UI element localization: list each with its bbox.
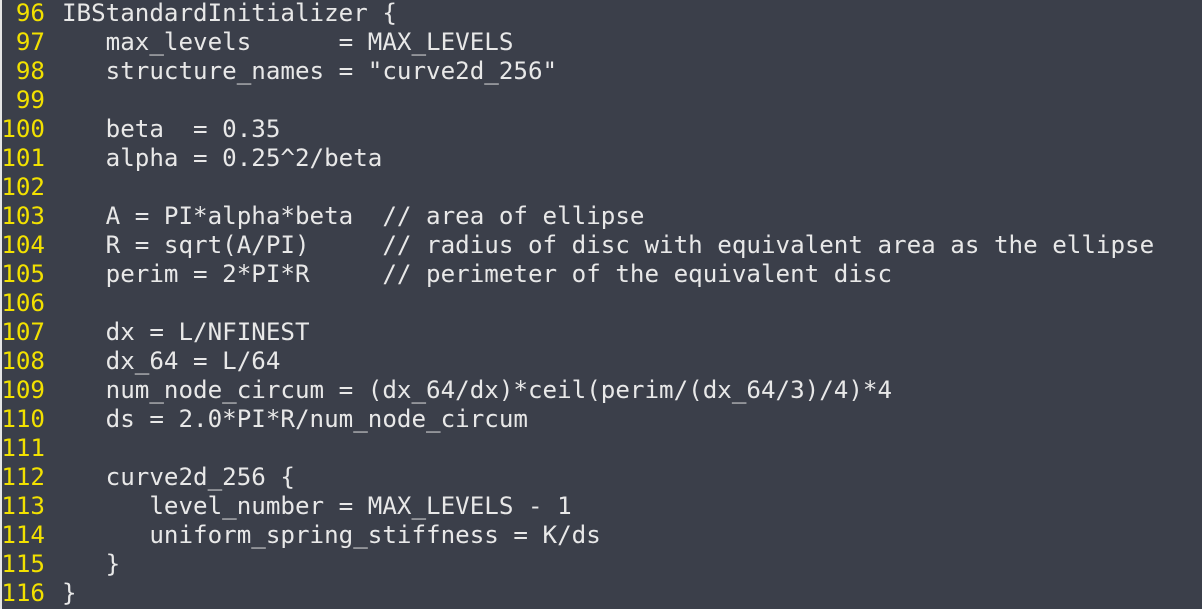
line-number: 111 bbox=[1, 434, 45, 462]
code-line[interactable]: 109 num_node_circum = (dx_64/dx)*ceil(pe… bbox=[0, 376, 1202, 405]
code-line[interactable]: 106 bbox=[0, 289, 1202, 318]
code-line[interactable]: 115 } bbox=[0, 550, 1202, 579]
line-text[interactable]: beta = 0.35 bbox=[62, 115, 281, 143]
line-number: 99 bbox=[15, 86, 45, 114]
line-text[interactable]: A = PI*alpha*beta // area of ellipse bbox=[62, 202, 645, 230]
line-number: 97 bbox=[15, 28, 45, 56]
line-text[interactable]: R = sqrt(A/PI) // radius of disc with eq… bbox=[62, 231, 1155, 259]
line-number: 96 bbox=[15, 0, 45, 27]
line-number: 102 bbox=[1, 173, 45, 201]
line-number: 100 bbox=[1, 115, 45, 143]
line-text[interactable]: curve2d_256 { bbox=[62, 463, 295, 491]
line-number: 108 bbox=[1, 347, 45, 375]
line-text[interactable]: num_node_circum = (dx_64/dx)*ceil(perim/… bbox=[62, 376, 892, 404]
line-number: 113 bbox=[1, 492, 45, 520]
line-number: 116 bbox=[1, 579, 45, 607]
code-line[interactable]: 99 bbox=[0, 86, 1202, 115]
code-line[interactable]: 108 dx_64 = L/64 bbox=[0, 347, 1202, 376]
line-number: 115 bbox=[1, 550, 45, 578]
line-text[interactable]: } bbox=[62, 550, 121, 578]
line-text[interactable]: } bbox=[62, 579, 77, 607]
line-text[interactable]: perim = 2*PI*R // perimeter of the equiv… bbox=[62, 260, 892, 288]
line-text[interactable]: structure_names = "curve2d_256" bbox=[62, 57, 557, 85]
line-number: 114 bbox=[1, 521, 45, 549]
code-line[interactable]: 112 curve2d_256 { bbox=[0, 463, 1202, 492]
line-text[interactable]: IBStandardInitializer { bbox=[62, 0, 397, 27]
code-line[interactable]: 110 ds = 2.0*PI*R/num_node_circum bbox=[0, 405, 1202, 434]
code-line[interactable]: 104 R = sqrt(A/PI) // radius of disc wit… bbox=[0, 231, 1202, 260]
line-number: 103 bbox=[1, 202, 45, 230]
code-line[interactable]: 102 bbox=[0, 173, 1202, 202]
code-line[interactable]: 107 dx = L/NFINEST bbox=[0, 318, 1202, 347]
line-text[interactable]: alpha = 0.25^2/beta bbox=[62, 144, 383, 172]
code-lines[interactable]: 96 IBStandardInitializer { 97 max_levels … bbox=[0, 0, 1202, 608]
line-text[interactable]: uniform_spring_stiffness = K/ds bbox=[62, 521, 600, 549]
line-text[interactable]: level_number = MAX_LEVELS - 1 bbox=[62, 492, 571, 520]
code-line[interactable]: 116} bbox=[0, 579, 1202, 608]
line-number: 98 bbox=[15, 57, 45, 85]
line-text[interactable]: dx_64 = L/64 bbox=[62, 347, 281, 375]
line-text[interactable]: max_levels = MAX_LEVELS bbox=[62, 28, 514, 56]
line-number: 110 bbox=[1, 405, 45, 433]
line-number: 105 bbox=[1, 260, 45, 288]
line-number: 109 bbox=[1, 376, 45, 404]
code-editor[interactable]: 96 IBStandardInitializer { 97 max_levels … bbox=[0, 0, 1202, 609]
code-line[interactable]: 96 IBStandardInitializer { bbox=[0, 0, 1202, 28]
line-number: 104 bbox=[1, 231, 45, 259]
line-number: 107 bbox=[1, 318, 45, 346]
code-line[interactable]: 114 uniform_spring_stiffness = K/ds bbox=[0, 521, 1202, 550]
line-text[interactable]: ds = 2.0*PI*R/num_node_circum bbox=[62, 405, 528, 433]
line-number: 112 bbox=[1, 463, 45, 491]
code-line[interactable]: 100 beta = 0.35 bbox=[0, 115, 1202, 144]
code-line[interactable]: 98 structure_names = "curve2d_256" bbox=[0, 57, 1202, 86]
line-number: 106 bbox=[1, 289, 45, 317]
code-line[interactable]: 103 A = PI*alpha*beta // area of ellipse bbox=[0, 202, 1202, 231]
code-line[interactable]: 113 level_number = MAX_LEVELS - 1 bbox=[0, 492, 1202, 521]
code-line[interactable]: 111 bbox=[0, 434, 1202, 463]
line-text[interactable]: dx = L/NFINEST bbox=[62, 318, 310, 346]
code-line[interactable]: 101 alpha = 0.25^2/beta bbox=[0, 144, 1202, 173]
code-line[interactable]: 105 perim = 2*PI*R // perimeter of the e… bbox=[0, 260, 1202, 289]
code-line[interactable]: 97 max_levels = MAX_LEVELS bbox=[0, 28, 1202, 57]
line-number: 101 bbox=[1, 144, 45, 172]
